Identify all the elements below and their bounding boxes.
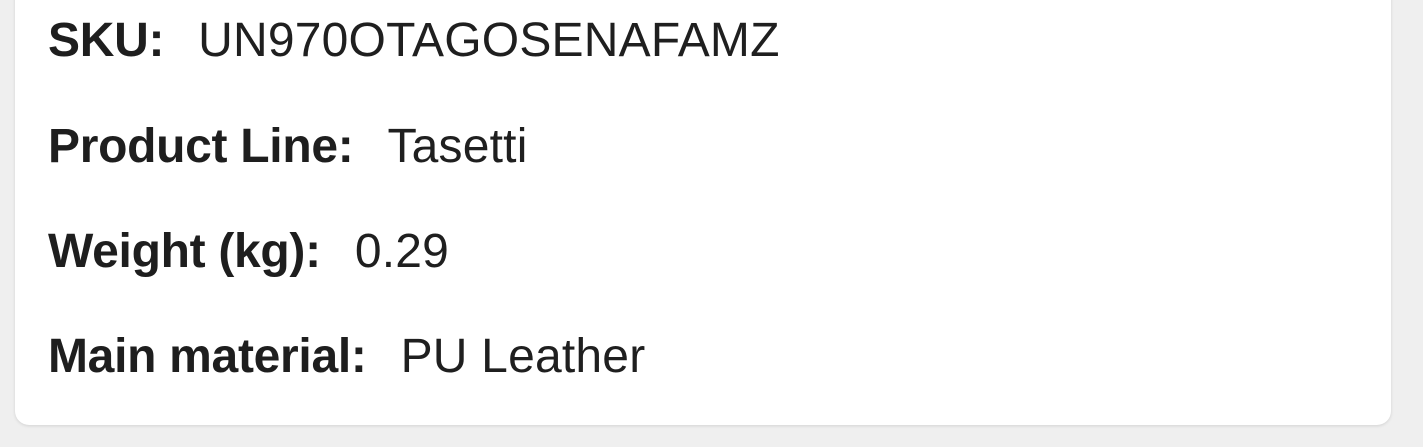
detail-value: 0.29: [354, 224, 450, 278]
detail-label: Main material:: [48, 329, 367, 383]
detail-value: UN970OTAGOSENAFAMZ: [198, 13, 780, 67]
detail-row-sku: SKU: UN970OTAGOSENAFAMZ: [48, 10, 780, 70]
detail-label: SKU:: [48, 13, 165, 67]
detail-row-main-material: Main material: PU Leather: [48, 326, 645, 386]
detail-label: Product Line:: [48, 119, 354, 173]
detail-value: Tasetti: [387, 119, 528, 173]
detail-row-weight: Weight (kg): 0.29: [48, 221, 449, 281]
detail-value: PU Leather: [400, 329, 646, 383]
detail-row-product-line: Product Line: Tasetti: [48, 116, 528, 176]
product-details-card: SKU: UN970OTAGOSENAFAMZ Product Line: Ta…: [15, 0, 1391, 425]
detail-label: Weight (kg):: [48, 224, 321, 278]
